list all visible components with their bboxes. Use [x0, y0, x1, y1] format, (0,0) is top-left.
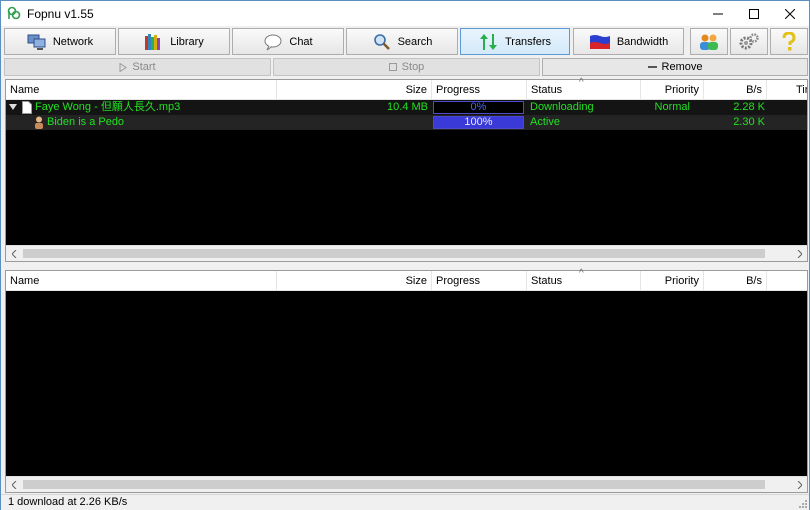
search-button[interactable]: Search — [346, 28, 458, 55]
panel-splitter[interactable] — [1, 263, 809, 269]
user-icon — [35, 116, 43, 129]
maximize-icon — [749, 8, 759, 19]
source-progress-text: 100% — [464, 116, 493, 128]
fopnu-logo-icon — [7, 6, 21, 20]
col-header-status[interactable]: Status — [527, 80, 641, 100]
scroll-left-arrow-icon[interactable] — [6, 477, 22, 492]
users-button[interactable] — [690, 28, 728, 55]
stop-button[interactable]: Stop — [273, 58, 540, 76]
download-source-row[interactable]: Biden is a Pedo 100% Active 2.30 K — [6, 115, 807, 130]
remove-label: Remove — [661, 61, 703, 73]
maximize-button[interactable] — [736, 1, 772, 26]
minimize-button[interactable] — [700, 1, 736, 26]
speech-bubble-icon — [264, 34, 282, 50]
downloads-header: Name Size Progress Status Priority B/s T… — [6, 77, 807, 100]
downloads-panel: Name Size Progress Status Priority B/s T… — [5, 77, 808, 262]
app-window: Fopnu v1.55 Network Library Chat Search … — [0, 0, 810, 510]
library-button[interactable]: Library — [118, 28, 230, 55]
library-label: Library — [170, 35, 204, 48]
sort-caret-icon: ^ — [579, 268, 584, 279]
minimize-icon — [713, 13, 723, 14]
network-button[interactable]: Network — [4, 28, 116, 55]
scroll-right-arrow-icon[interactable] — [791, 246, 807, 261]
help-question-icon — [782, 31, 796, 50]
download-progress-bar: 0% — [433, 101, 524, 114]
downloads-horizontal-scrollbar[interactable] — [6, 245, 807, 261]
source-status: Active — [530, 116, 560, 128]
stop-icon — [388, 63, 397, 71]
network-computer-icon — [27, 34, 46, 50]
col-header-rate[interactable]: B/s — [704, 80, 767, 100]
gears-icon — [739, 32, 759, 49]
col-header-rate[interactable]: B/s — [704, 271, 767, 291]
download-progress-text: 0% — [470, 101, 487, 113]
magnifier-icon — [373, 33, 390, 50]
source-rate: 2.30 K — [733, 116, 765, 128]
close-icon — [785, 8, 795, 19]
download-status: Downloading — [530, 101, 594, 113]
transfers-label: Transfers — [504, 35, 552, 48]
download-name: Faye Wong - 但願人長久.mp3 — [35, 101, 181, 113]
download-row[interactable]: Faye Wong - 但願人長久.mp3 10.4 MB 0% Downloa… — [6, 100, 807, 115]
transfer-action-bar: Start Stop Remove — [1, 57, 809, 77]
search-label: Search — [397, 35, 433, 48]
title-bar: Fopnu v1.55 — [1, 1, 809, 26]
scroll-left-arrow-icon[interactable] — [6, 246, 22, 261]
network-label: Network — [52, 35, 94, 48]
col-header-size[interactable]: Size — [277, 80, 432, 100]
col-header-time[interactable]: Tir — [792, 80, 807, 100]
source-progress-bar: 100% — [433, 116, 524, 129]
col-header-progress[interactable]: Progress — [432, 271, 527, 291]
bandwidth-flag-icon — [589, 34, 610, 49]
source-name: Biden is a Pedo — [47, 116, 125, 128]
chat-label: Chat — [289, 35, 313, 48]
col-header-priority[interactable]: Priority — [641, 80, 704, 100]
uploads-scroll-thumb[interactable] — [23, 480, 765, 489]
sort-caret-icon: ^ — [579, 77, 584, 88]
download-priority: Normal — [654, 101, 690, 113]
uploads-header: Name Size Progress Status Priority B/s ^ — [6, 268, 807, 291]
status-bar: 1 download at 2.26 KB/s — [1, 494, 809, 510]
window-title: Fopnu v1.55 — [27, 7, 94, 21]
remove-button[interactable]: Remove — [542, 58, 808, 76]
help-button[interactable] — [770, 28, 808, 55]
col-header-status[interactable]: Status — [527, 271, 641, 291]
stop-label: Stop — [401, 61, 425, 73]
users-icon — [700, 34, 718, 50]
scroll-right-arrow-icon[interactable] — [791, 477, 807, 492]
file-icon — [22, 101, 32, 114]
col-header-name[interactable]: Name — [6, 271, 277, 291]
resize-grip-icon[interactable] — [797, 498, 807, 508]
uploads-horizontal-scrollbar[interactable] — [6, 476, 807, 492]
settings-button[interactable] — [730, 28, 768, 55]
up-down-arrows-icon — [479, 33, 497, 50]
start-label: Start — [132, 61, 156, 73]
play-icon — [119, 62, 128, 72]
col-header-name[interactable]: Name — [6, 80, 277, 100]
uploads-panel: Name Size Progress Status Priority B/s ^ — [5, 268, 808, 493]
chat-button[interactable]: Chat — [232, 28, 344, 55]
start-button[interactable]: Start — [4, 58, 271, 76]
status-text: 1 download at 2.26 KB/s — [8, 496, 128, 508]
download-rate: 2.28 K — [733, 101, 765, 113]
transfers-button[interactable]: Transfers — [460, 28, 570, 55]
bandwidth-label: Bandwidth — [616, 35, 669, 48]
col-header-extra — [767, 271, 807, 291]
main-toolbar: Network Library Chat Search Transfers Ba… — [1, 27, 809, 57]
col-header-size[interactable]: Size — [277, 271, 432, 291]
books-icon — [145, 33, 161, 50]
col-header-priority[interactable]: Priority — [641, 271, 704, 291]
download-size: 10.4 MB — [387, 101, 428, 113]
bandwidth-button[interactable]: Bandwidth — [573, 28, 684, 55]
expand-triangle-icon[interactable] — [9, 104, 17, 111]
minus-icon — [647, 65, 657, 68]
col-header-progress[interactable]: Progress — [432, 80, 527, 100]
close-button[interactable] — [772, 1, 808, 26]
downloads-scroll-thumb[interactable] — [23, 249, 765, 258]
